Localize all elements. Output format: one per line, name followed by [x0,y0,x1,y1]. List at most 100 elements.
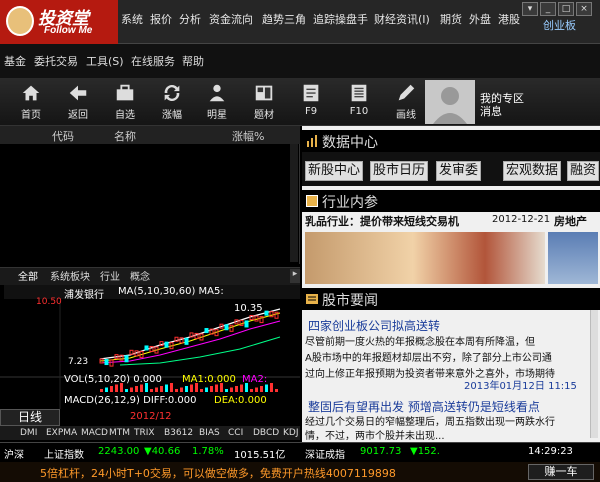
menu-help[interactable]: 帮助 [182,53,204,69]
industry-headline[interactable]: 乳品行业：提价带来短线交易机 [305,213,459,229]
menu-gem[interactable]: 创业板 [543,17,576,33]
ma2-label: MA2: [242,374,268,385]
indicator-dbcd[interactable]: DBCD [253,428,279,438]
window-minimize-icon[interactable]: _ [540,2,556,16]
indicator-macd[interactable]: MACD [81,428,108,438]
back-arrow-icon [69,85,87,101]
news-scrollbar[interactable] [590,310,598,438]
industry-photo-2[interactable] [548,232,598,284]
kline-chart[interactable]: 浦发银行 MA(5,10,30,60) MA5: 10.50 10.35 7.2… [0,285,300,409]
indicator-b3612[interactable]: B3612 [164,428,193,438]
index1-amount: 1015.51亿 [234,450,286,461]
menu-hk-stock[interactable]: 港股 [498,11,520,27]
volume-bar [105,387,108,392]
volume-bar [210,386,213,392]
volume-bar [125,389,128,392]
tab-ipo-center[interactable]: 新股中心 [305,161,364,181]
watchlist-button[interactable]: 自选 [106,82,144,124]
menu-tools[interactable]: 工具(S) [86,53,124,69]
window-close-icon[interactable]: × [576,2,592,16]
industry-date: 2012-12-21 [492,214,551,225]
column-code[interactable]: 代码 [52,128,74,144]
document-icon [303,84,319,102]
status-bar [0,442,600,462]
window-maximize-icon[interactable]: □ [558,2,574,16]
app-logo[interactable]: 投资堂 Follow Me [0,0,118,44]
indicator-cci[interactable]: CCI [228,428,243,438]
tab-scroll-arrow-icon[interactable]: ▸ [290,269,300,283]
indicator-kdj[interactable]: KDJ [283,428,299,438]
menu-online-service[interactable]: 在线服务 [131,53,175,69]
industry-photo[interactable] [305,232,545,284]
menu-trader-tracking[interactable]: 追踪操盘手 [313,11,368,27]
tab-all[interactable]: 全部 [18,268,38,283]
star-label: 明星 [207,110,227,121]
volume-bar [265,384,268,392]
column-name[interactable]: 名称 [114,128,136,144]
candle [124,355,129,363]
menu-finance-news[interactable]: 财经资讯(I) [374,11,430,27]
home-button[interactable]: 首页 [12,82,50,124]
earn-button[interactable]: 赚一车 [528,464,594,480]
ad-text[interactable]: 5倍杠杆，24小时T+0交易，可以做空做多，免费开户热线4007119898 [40,465,396,481]
period-day-button[interactable]: 日线 [0,409,60,426]
news-headline-1[interactable]: 四家创业板公司拟高送转 [308,317,440,334]
messages-link[interactable]: 消息 [480,103,502,119]
home-label: 首页 [21,110,41,121]
gainers-button[interactable]: 涨幅 [153,82,191,124]
avatar-silhouette-icon [433,87,467,124]
draw-line-button[interactable]: 画线 [387,82,425,124]
user-avatar[interactable] [425,80,475,124]
news-headline-2[interactable]: 整固后有望再出发 预增高送转仍是短线看点 [308,398,540,415]
macd-label: MACD(26,12,9) DIFF:0.000 [64,395,197,406]
menu-system[interactable]: 系统 [121,11,143,27]
menu-fund[interactable]: 基金 [4,53,26,69]
index2-value: 9017.73 [360,446,402,457]
index2-name[interactable]: 深证成指 [305,446,345,461]
chart-date: 2012/12 [130,411,172,422]
volume-bar [140,384,143,392]
indicator-dmi[interactable]: DMI [20,428,37,438]
theme-button[interactable]: 题材 [245,82,283,124]
tab-market-calendar[interactable]: 股市日历 [370,161,429,181]
indicator-bias[interactable]: BIAS [199,428,220,438]
indicator-mtm[interactable]: MTM [109,428,130,438]
menu-capital-flow[interactable]: 资金流向 [209,11,253,27]
menu-analysis[interactable]: 分析 [179,11,201,27]
f9-button[interactable]: F9 [292,82,330,124]
column-change-pct[interactable]: 涨幅% [232,128,264,144]
menu-trend-triangle[interactable]: 趋势三角 [262,11,306,27]
volume-bar [190,384,193,392]
volume-bar [260,386,263,392]
home-icon [22,85,40,101]
volume-bar [115,384,118,392]
tab-macro-data[interactable]: 宏观数据 [503,161,562,181]
stock-name[interactable]: 浦发银行 [64,286,104,301]
volume-bar [100,389,103,392]
menu-futures[interactable]: 期货 [440,11,462,27]
candle [184,337,189,345]
tab-industry[interactable]: 行业 [100,268,120,283]
back-button[interactable]: 返回 [59,82,97,124]
candle [244,320,249,328]
menu-quote[interactable]: 报价 [150,11,172,27]
tab-concept[interactable]: 概念 [130,268,150,283]
volume-bar [275,389,278,392]
index1-name[interactable]: 上证指数 [44,446,84,461]
tab-system-sector[interactable]: 系统板块 [50,268,90,283]
window-menu-icon[interactable]: ▾ [522,2,538,16]
indicator-expma[interactable]: EXPMA [46,428,77,438]
tab-financing[interactable]: 融资 [567,161,600,181]
volume-bar [170,383,173,392]
list-scrollbar[interactable] [290,144,298,262]
star-button[interactable]: 明星 [198,82,236,124]
tab-review-committee[interactable]: 发审委 [436,161,482,181]
back-label: 返回 [68,110,88,121]
f10-button[interactable]: F10 [340,82,378,124]
menu-trade[interactable]: 委托交易 [34,53,78,69]
industry-next-headline[interactable]: 房地产 [554,213,587,229]
clock: 14:29:23 [528,446,573,457]
theme-label: 题材 [254,110,274,121]
menu-foreign[interactable]: 外盘 [469,11,491,27]
indicator-trix[interactable]: TRIX [134,428,155,438]
